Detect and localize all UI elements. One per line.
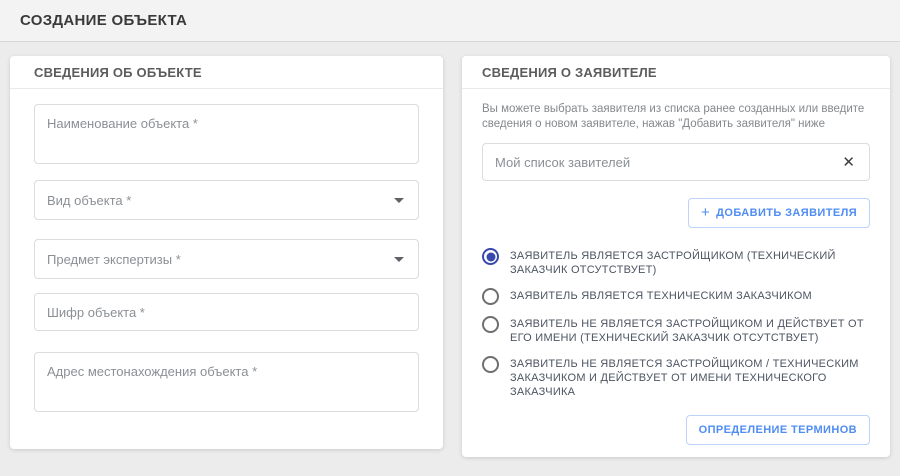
radio-label: ЗАЯВИТЕЛЬ ЯВЛЯЕТСЯ ТЕХНИЧЕСКИМ ЗАКАЗЧИКО… (510, 288, 812, 303)
applicant-list-value: Мой список завителей (495, 155, 630, 170)
radio-label: ЗАЯВИТЕЛЬ НЕ ЯВЛЯЕТСЯ ЗАСТРОЙЩИКОМ И ДЕЙ… (510, 316, 870, 345)
radio-label: ЗАЯВИТЕЛЬ ЯВЛЯЕТСЯ ЗАСТРОЙЩИКОМ (ТЕХНИЧЕ… (510, 248, 870, 277)
page-header: СОЗДАНИЕ ОБЪЕКТА (0, 0, 900, 42)
page-title: СОЗДАНИЕ ОБЪЕКТА (20, 12, 187, 29)
object-code-input[interactable]: Шифр объекта * (34, 293, 419, 331)
radio-button-icon[interactable] (482, 316, 499, 333)
create-object-page: СОЗДАНИЕ ОБЪЕКТА СВЕДЕНИЯ ОБ ОБЪЕКТЕ Наи… (0, 0, 900, 476)
radio-button-icon[interactable] (482, 356, 499, 373)
applicant-role-radio-group: ЗАЯВИТЕЛЬ ЯВЛЯЕТСЯ ЗАСТРОЙЩИКОМ (ТЕХНИЧЕ… (482, 248, 870, 399)
object-type-placeholder: Вид объекта * (47, 193, 131, 208)
add-applicant-row: + ДОБАВИТЬ ЗАЯВИТЕЛЯ (482, 198, 870, 228)
applicant-list-input[interactable]: Мой список завителей ✕ (482, 143, 870, 181)
object-name-textarea[interactable]: Наименование объекта * (34, 104, 419, 164)
chevron-down-icon (394, 198, 404, 203)
object-code-placeholder: Шифр объекта * (47, 305, 145, 320)
chevron-down-icon (394, 257, 404, 262)
object-address-placeholder: Адрес местонахождения объекта * (47, 364, 257, 379)
object-name-placeholder: Наименование объекта * (47, 116, 198, 131)
applicant-panel-body: Вы можете выбрать заявителя из списка ра… (462, 89, 890, 457)
applicant-help-text: Вы можете выбрать заявителя из списка ра… (482, 102, 870, 132)
radio-label: ЗАЯВИТЕЛЬ НЕ ЯВЛЯЕТСЯ ЗАСТРОЙЩИКОМ / ТЕХ… (510, 356, 870, 399)
object-address-textarea[interactable]: Адрес местонахождения объекта * (34, 352, 419, 412)
applicant-info-panel: СВЕДЕНИЯ О ЗАЯВИТЕЛЕ Вы можете выбрать з… (462, 56, 890, 457)
radio-applicant-is-technical-customer[interactable]: ЗАЯВИТЕЛЬ ЯВЛЯЕТСЯ ТЕХНИЧЕСКИМ ЗАКАЗЧИКО… (482, 288, 870, 305)
object-info-panel: СВЕДЕНИЯ ОБ ОБЪЕКТЕ Наименование объекта… (10, 56, 443, 449)
expertise-subject-select[interactable]: Предмет экспертизы * (34, 239, 419, 279)
terms-row: ОПРЕДЕЛЕНИЕ ТЕРМИНОВ (482, 415, 870, 445)
applicant-panel-title: СВЕДЕНИЯ О ЗАЯВИТЕЛЕ (482, 65, 866, 80)
terms-definition-label: ОПРЕДЕЛЕНИЕ ТЕРМИНОВ (699, 424, 857, 436)
terms-definition-button[interactable]: ОПРЕДЕЛЕНИЕ ТЕРМИНОВ (686, 415, 870, 445)
add-applicant-label: ДОБАВИТЬ ЗАЯВИТЕЛЯ (716, 207, 857, 219)
applicant-panel-header: СВЕДЕНИЯ О ЗАЯВИТЕЛЕ (462, 56, 890, 89)
object-panel-body: Наименование объекта * Вид объекта * Пре… (10, 89, 443, 449)
content-area: СВЕДЕНИЯ ОБ ОБЪЕКТЕ Наименование объекта… (0, 42, 900, 457)
radio-applicant-is-developer[interactable]: ЗАЯВИТЕЛЬ ЯВЛЯЕТСЯ ЗАСТРОЙЩИКОМ (ТЕХНИЧЕ… (482, 248, 870, 277)
radio-button-icon[interactable] (482, 288, 499, 305)
object-panel-header: СВЕДЕНИЯ ОБ ОБЪЕКТЕ (10, 56, 443, 89)
radio-applicant-acts-for-technical-customer[interactable]: ЗАЯВИТЕЛЬ НЕ ЯВЛЯЕТСЯ ЗАСТРОЙЩИКОМ / ТЕХ… (482, 356, 870, 399)
object-panel-title: СВЕДЕНИЯ ОБ ОБЪЕКТЕ (34, 65, 419, 80)
radio-applicant-acts-for-developer[interactable]: ЗАЯВИТЕЛЬ НЕ ЯВЛЯЕТСЯ ЗАСТРОЙЩИКОМ И ДЕЙ… (482, 316, 870, 345)
object-type-select[interactable]: Вид объекта * (34, 180, 419, 220)
radio-button-icon[interactable] (482, 248, 499, 265)
clear-icon[interactable]: ✕ (842, 155, 855, 170)
plus-icon: + (701, 208, 710, 218)
expertise-subject-placeholder: Предмет экспертизы * (47, 252, 181, 267)
add-applicant-button[interactable]: + ДОБАВИТЬ ЗАЯВИТЕЛЯ (688, 198, 870, 228)
